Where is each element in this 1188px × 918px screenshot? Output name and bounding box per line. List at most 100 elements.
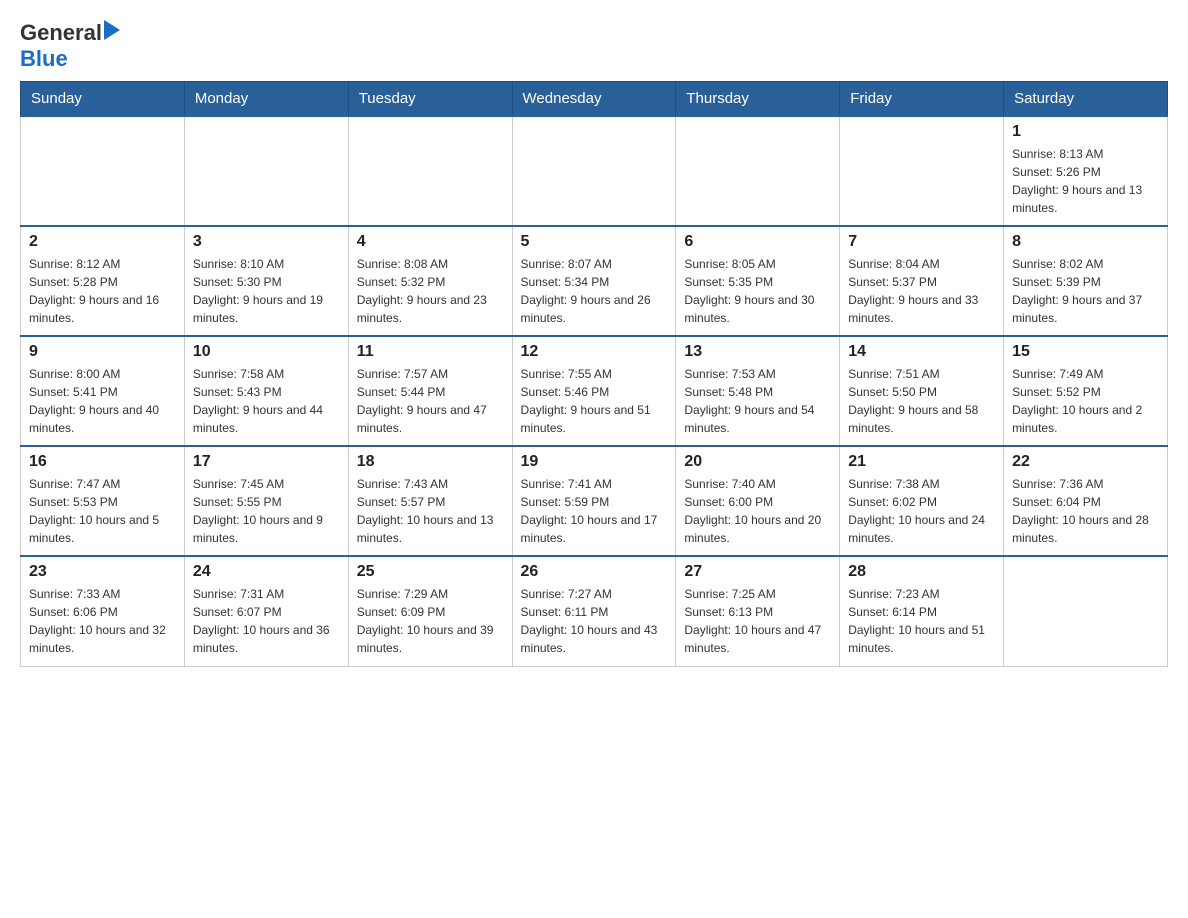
calendar-cell: 17Sunrise: 7:45 AMSunset: 5:55 PMDayligh… xyxy=(184,446,348,556)
day-info: Sunrise: 7:36 AMSunset: 6:04 PMDaylight:… xyxy=(1012,475,1159,547)
day-info: Sunrise: 7:27 AMSunset: 6:11 PMDaylight:… xyxy=(521,585,668,657)
week-row-3: 9 Sunrise: 8:00 AMSunset: 5:41 PMDaylight… xyxy=(21,336,1168,446)
calendar-cell: 15Sunrise: 7:49 AMSunset: 5:52 PMDayligh… xyxy=(1004,336,1168,446)
day-info: Sunrise: 7:25 AMSunset: 6:13 PMDaylight:… xyxy=(684,585,831,657)
calendar-cell: 10 Sunrise: 7:58 AMSunset: 5:43 PMDayligh… xyxy=(184,336,348,446)
day-info: Sunrise: 7:33 AMSunset: 6:06 PMDaylight:… xyxy=(29,585,176,657)
day-number: 28 xyxy=(848,563,995,581)
calendar-cell: 27 Sunrise: 7:25 AMSunset: 6:13 PMDayligh… xyxy=(676,556,840,666)
day-number: 18 xyxy=(357,453,504,471)
week-row-4: 16 Sunrise: 7:47 AMSunset: 5:53 PMDayligh… xyxy=(21,446,1168,556)
day-header-thursday: Thursday xyxy=(676,82,840,117)
page-header: General Blue xyxy=(20,20,1168,71)
day-info: Sunrise: 7:47 AMSunset: 5:53 PMDaylight:… xyxy=(29,475,176,547)
day-info: Sunrise: 7:41 AMSunset: 5:59 PMDaylight:… xyxy=(521,475,668,547)
day-info: Sunrise: 8:12 AMSunset: 5:28 PMDaylight:… xyxy=(29,255,176,327)
calendar-cell: 8 Sunrise: 8:02 AMSunset: 5:39 PMDaylight… xyxy=(1004,226,1168,336)
day-number: 11 xyxy=(357,343,504,361)
day-header-wednesday: Wednesday xyxy=(512,82,676,117)
day-info: Sunrise: 7:23 AMSunset: 6:14 PMDaylight:… xyxy=(848,585,995,657)
day-number: 3 xyxy=(193,233,340,251)
day-number: 24 xyxy=(193,563,340,581)
day-number: 14 xyxy=(848,343,995,361)
day-info: Sunrise: 8:13 AMSunset: 5:26 PMDaylight:… xyxy=(1012,145,1159,217)
day-number: 16 xyxy=(29,453,176,471)
week-row-2: 2Sunrise: 8:12 AMSunset: 5:28 PMDaylight… xyxy=(21,226,1168,336)
day-number: 21 xyxy=(848,453,995,471)
calendar-cell: 11 Sunrise: 7:57 AMSunset: 5:44 PMDayligh… xyxy=(348,336,512,446)
day-header-friday: Friday xyxy=(840,82,1004,117)
calendar-cell xyxy=(348,116,512,226)
day-info: Sunrise: 7:38 AMSunset: 6:02 PMDaylight:… xyxy=(848,475,995,547)
day-info: Sunrise: 7:49 AMSunset: 5:52 PMDaylight:… xyxy=(1012,365,1159,437)
calendar-cell xyxy=(1004,556,1168,666)
day-number: 8 xyxy=(1012,233,1159,251)
day-header-monday: Monday xyxy=(184,82,348,117)
calendar-cell: 24 Sunrise: 7:31 AMSunset: 6:07 PMDayligh… xyxy=(184,556,348,666)
calendar-cell: 13 Sunrise: 7:53 AMSunset: 5:48 PMDayligh… xyxy=(676,336,840,446)
day-info: Sunrise: 7:58 AMSunset: 5:43 PMDaylight:… xyxy=(193,365,340,437)
day-info: Sunrise: 8:07 AMSunset: 5:34 PMDaylight:… xyxy=(521,255,668,327)
calendar-cell: 4Sunrise: 8:08 AMSunset: 5:32 PMDaylight… xyxy=(348,226,512,336)
calendar-cell: 12 Sunrise: 7:55 AMSunset: 5:46 PMDayligh… xyxy=(512,336,676,446)
calendar-cell xyxy=(840,116,1004,226)
day-info: Sunrise: 8:02 AMSunset: 5:39 PMDaylight:… xyxy=(1012,255,1159,327)
calendar-cell: 28 Sunrise: 7:23 AMSunset: 6:14 PMDayligh… xyxy=(840,556,1004,666)
calendar-cell xyxy=(21,116,185,226)
logo-blue: Blue xyxy=(20,46,68,71)
day-info: Sunrise: 7:57 AMSunset: 5:44 PMDaylight:… xyxy=(357,365,504,437)
day-number: 25 xyxy=(357,563,504,581)
day-info: Sunrise: 8:05 AMSunset: 5:35 PMDaylight:… xyxy=(684,255,831,327)
logo: General Blue xyxy=(20,20,120,71)
day-info: Sunrise: 7:29 AMSunset: 6:09 PMDaylight:… xyxy=(357,585,504,657)
week-row-5: 23 Sunrise: 7:33 AMSunset: 6:06 PMDayligh… xyxy=(21,556,1168,666)
calendar-cell: 5 Sunrise: 8:07 AMSunset: 5:34 PMDaylight… xyxy=(512,226,676,336)
day-number: 17 xyxy=(193,453,340,471)
day-number: 10 xyxy=(193,343,340,361)
calendar-cell: 25 Sunrise: 7:29 AMSunset: 6:09 PMDayligh… xyxy=(348,556,512,666)
calendar-cell: 23 Sunrise: 7:33 AMSunset: 6:06 PMDayligh… xyxy=(21,556,185,666)
calendar-cell: 3 Sunrise: 8:10 AMSunset: 5:30 PMDaylight… xyxy=(184,226,348,336)
day-number: 13 xyxy=(684,343,831,361)
day-info: Sunrise: 7:53 AMSunset: 5:48 PMDaylight:… xyxy=(684,365,831,437)
calendar-cell: 14 Sunrise: 7:51 AMSunset: 5:50 PMDayligh… xyxy=(840,336,1004,446)
day-info: Sunrise: 7:40 AMSunset: 6:00 PMDaylight:… xyxy=(684,475,831,547)
calendar-cell xyxy=(512,116,676,226)
calendar-cell xyxy=(676,116,840,226)
day-info: Sunrise: 7:55 AMSunset: 5:46 PMDaylight:… xyxy=(521,365,668,437)
day-number: 20 xyxy=(684,453,831,471)
calendar-cell: 26 Sunrise: 7:27 AMSunset: 6:11 PMDayligh… xyxy=(512,556,676,666)
day-number: 7 xyxy=(848,233,995,251)
calendar-cell: 1 Sunrise: 8:13 AMSunset: 5:26 PMDaylight… xyxy=(1004,116,1168,226)
day-number: 27 xyxy=(684,563,831,581)
day-number: 22 xyxy=(1012,453,1159,471)
calendar-cell: 7Sunrise: 8:04 AMSunset: 5:37 PMDaylight… xyxy=(840,226,1004,336)
day-number: 5 xyxy=(521,233,668,251)
calendar-cell: 21 Sunrise: 7:38 AMSunset: 6:02 PMDayligh… xyxy=(840,446,1004,556)
day-number: 19 xyxy=(521,453,668,471)
calendar-table: SundayMondayTuesdayWednesdayThursdayFrid… xyxy=(20,81,1168,667)
day-header-sunday: Sunday xyxy=(21,82,185,117)
calendar-cell: 19 Sunrise: 7:41 AMSunset: 5:59 PMDayligh… xyxy=(512,446,676,556)
logo-general: General xyxy=(20,21,102,45)
calendar-cell: 22 Sunrise: 7:36 AMSunset: 6:04 PMDayligh… xyxy=(1004,446,1168,556)
calendar-cell: 9 Sunrise: 8:00 AMSunset: 5:41 PMDaylight… xyxy=(21,336,185,446)
day-number: 9 xyxy=(29,343,176,361)
day-info: Sunrise: 8:10 AMSunset: 5:30 PMDaylight:… xyxy=(193,255,340,327)
week-row-1: 1 Sunrise: 8:13 AMSunset: 5:26 PMDaylight… xyxy=(21,116,1168,226)
day-info: Sunrise: 7:31 AMSunset: 6:07 PMDaylight:… xyxy=(193,585,340,657)
calendar-cell xyxy=(184,116,348,226)
day-info: Sunrise: 8:08 AMSunset: 5:32 PMDaylight:… xyxy=(357,255,504,327)
calendar-cell: 20 Sunrise: 7:40 AMSunset: 6:00 PMDayligh… xyxy=(676,446,840,556)
day-number: 26 xyxy=(521,563,668,581)
calendar-cell: 18Sunrise: 7:43 AMSunset: 5:57 PMDayligh… xyxy=(348,446,512,556)
day-info: Sunrise: 8:00 AMSunset: 5:41 PMDaylight:… xyxy=(29,365,176,437)
day-number: 23 xyxy=(29,563,176,581)
calendar-cell: 6 Sunrise: 8:05 AMSunset: 5:35 PMDaylight… xyxy=(676,226,840,336)
calendar-cell: 2Sunrise: 8:12 AMSunset: 5:28 PMDaylight… xyxy=(21,226,185,336)
day-info: Sunrise: 7:51 AMSunset: 5:50 PMDaylight:… xyxy=(848,365,995,437)
day-number: 1 xyxy=(1012,123,1159,141)
day-header-saturday: Saturday xyxy=(1004,82,1168,117)
day-number: 12 xyxy=(521,343,668,361)
day-number: 6 xyxy=(684,233,831,251)
